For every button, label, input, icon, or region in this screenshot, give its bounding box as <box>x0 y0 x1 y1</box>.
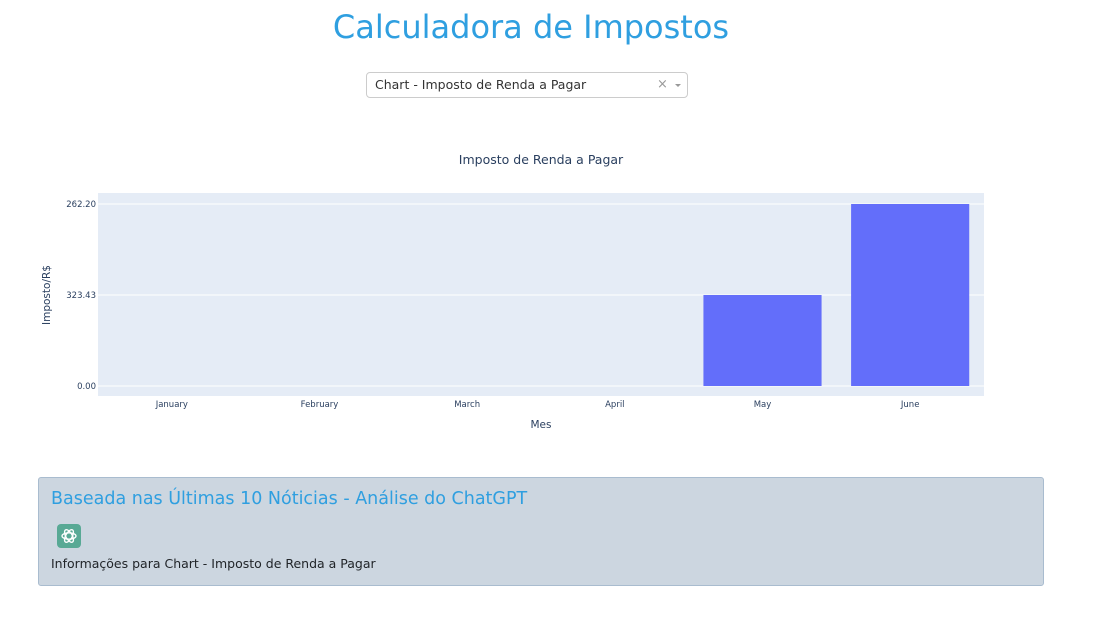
x-tick-label: March <box>454 400 480 410</box>
page-title: Calculadora de Impostos <box>332 8 730 46</box>
analysis-text: Informações para Chart - Imposto de Rend… <box>51 556 376 571</box>
chart-select-dropdown[interactable]: Chart - Imposto de Renda a Pagar × <box>366 72 688 98</box>
chatgpt-icon <box>57 524 81 548</box>
x-tick-label: April <box>605 400 624 410</box>
chatgpt-analysis-panel: Baseada nas Últimas 10 Nóticias - Anális… <box>38 477 1044 586</box>
analysis-title: Baseada nas Últimas 10 Nóticias - Anális… <box>51 489 528 509</box>
chart-container: Imposto de Renda a Pagar 0.00 323.43 262.20… <box>0 140 1062 440</box>
x-tick-label: February <box>301 400 339 410</box>
x-tick-label: January <box>155 400 188 410</box>
x-axis-label: Mes <box>531 419 552 431</box>
bar-june <box>851 204 970 386</box>
chevron-down-icon[interactable] <box>675 84 681 87</box>
x-tick-label: May <box>754 400 772 410</box>
y-axis-label: Imposto/R$ <box>41 265 53 325</box>
clear-icon[interactable]: × <box>657 73 668 97</box>
y-tick-label: 262.20 <box>66 200 96 210</box>
y-tick-label: 323.43 <box>66 291 96 301</box>
chart-title: Imposto de Renda a Pagar <box>459 152 624 167</box>
bar-may <box>703 295 822 386</box>
bar-chart: Imposto de Renda a Pagar 0.00 323.43 262.20… <box>41 152 984 431</box>
x-tick-label: June <box>900 400 920 410</box>
dropdown-selected-value: Chart - Imposto de Renda a Pagar <box>375 77 587 92</box>
y-tick-label: 0.00 <box>77 382 96 392</box>
